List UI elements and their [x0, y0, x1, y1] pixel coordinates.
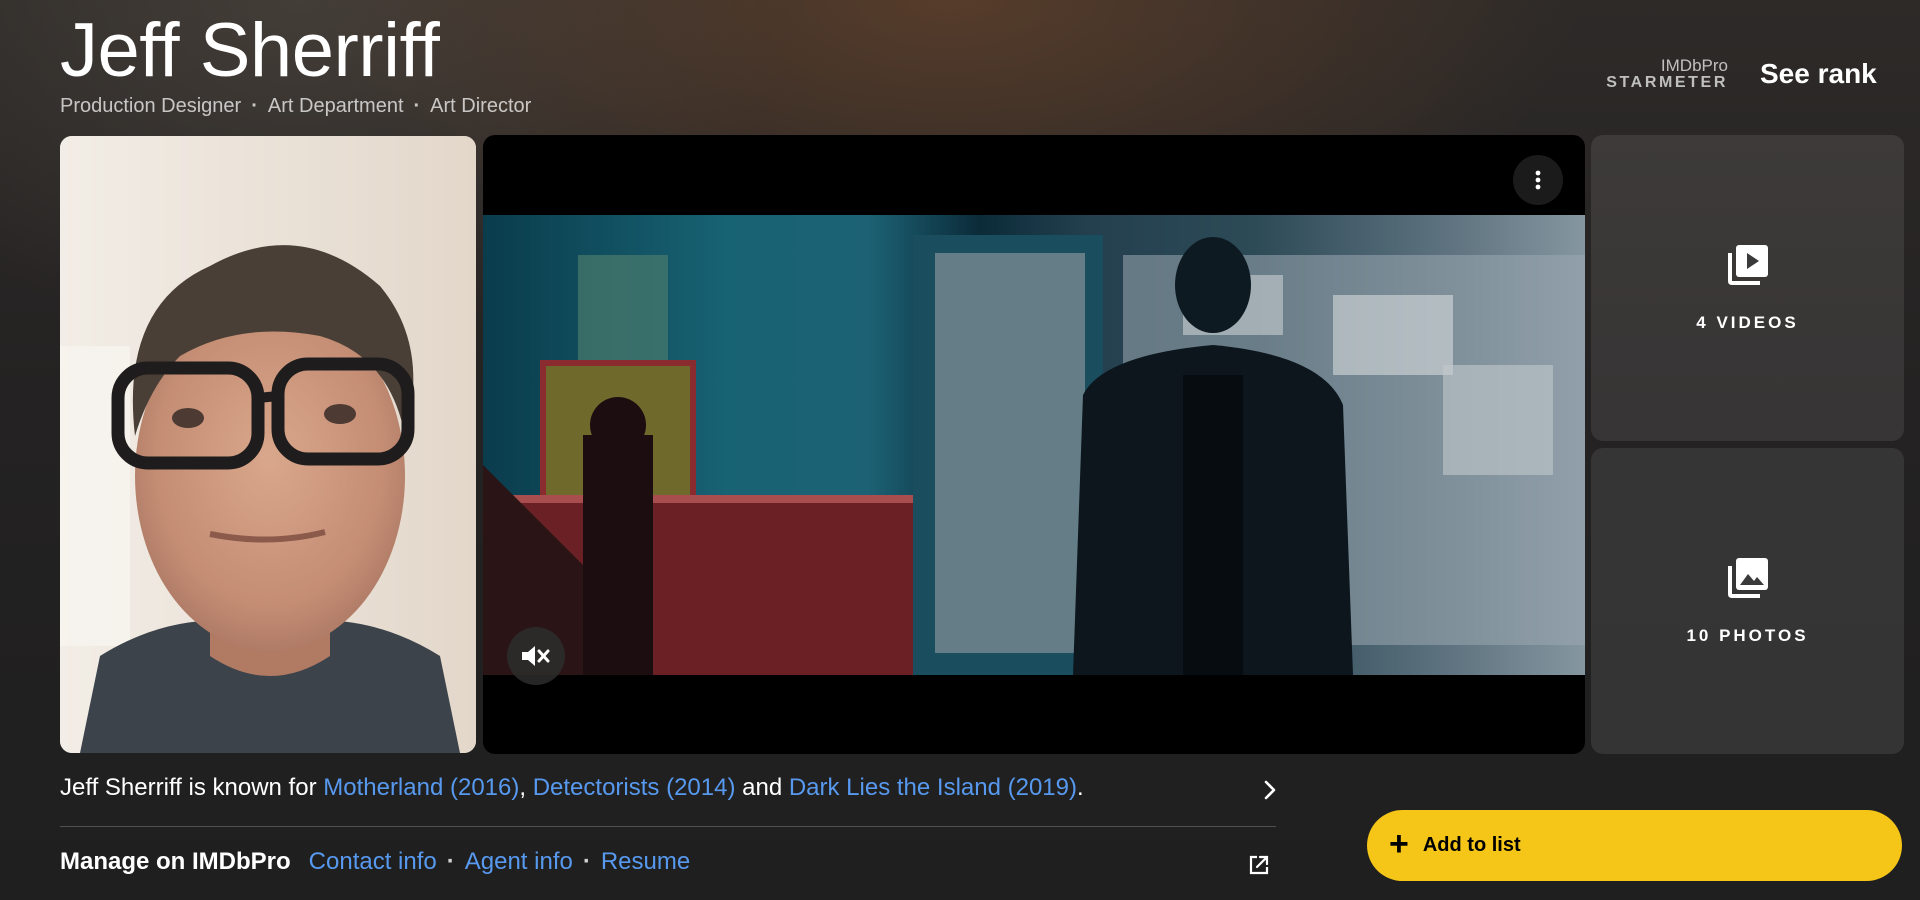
known-for-link-detectorists[interactable]: Detectorists (2014): [533, 774, 736, 801]
manage-on-imdbpro: Manage on IMDbPro Contact info · Agent i…: [60, 848, 690, 876]
role-art-department: Art Department: [267, 95, 404, 117]
known-for-link-motherland[interactable]: Motherland (2016): [323, 774, 519, 801]
see-rank-link[interactable]: See rank: [1760, 58, 1877, 90]
known-for-link-dark-lies-the-island[interactable]: Dark Lies the Island (2019): [789, 774, 1077, 801]
videos-count-label: 4 VIDEOS: [1696, 313, 1799, 332]
manage-separator: ·: [446, 848, 455, 875]
roles-list: Production Designer · Art Department · A…: [60, 95, 531, 118]
role-separator: ·: [251, 95, 258, 117]
agent-info-link[interactable]: Agent info: [465, 848, 573, 876]
video-library-icon: [1727, 245, 1768, 285]
video-player[interactable]: [483, 135, 1585, 754]
add-to-list-label: Add to list: [1422, 834, 1521, 856]
profile-photo-image: [60, 136, 476, 753]
manage-label: Manage on IMDbPro: [60, 848, 291, 875]
resume-link[interactable]: Resume: [601, 848, 690, 876]
known-for-text: Jeff Sherriff is known for Motherland (2…: [60, 774, 1084, 802]
known-for-suffix: .: [1077, 774, 1084, 801]
external-link-icon[interactable]: [1247, 853, 1271, 877]
volume-muted-icon: [522, 646, 550, 666]
known-for-separator: ,: [519, 774, 533, 801]
video-frame: [483, 215, 1585, 675]
profile-photo[interactable]: [60, 136, 476, 753]
role-art-director: Art Director: [430, 95, 532, 117]
known-for-separator: and: [735, 774, 789, 801]
add-to-list-button[interactable]: + Add to list: [1367, 810, 1902, 881]
role-separator: ·: [413, 95, 421, 117]
page-title: Jeff Sherriff: [60, 8, 440, 93]
contact-info-link[interactable]: Contact info: [309, 848, 437, 876]
more-vertical-icon: [1535, 170, 1541, 190]
known-for-prefix: Jeff Sherriff is known for: [60, 774, 324, 801]
chevron-right-icon[interactable]: [1257, 777, 1283, 803]
starmeter: IMDbPro STARMETER: [1606, 57, 1728, 91]
videos-tile[interactable]: 4 VIDEOS: [1591, 135, 1904, 441]
unmute-button[interactable]: [507, 627, 565, 685]
video-frame-image: [483, 235, 1585, 675]
starmeter-pro-label: IMDbPro: [1660, 56, 1728, 75]
video-more-options-button[interactable]: [1513, 155, 1563, 205]
photos-count-label: 10 PHOTOS: [1686, 626, 1809, 645]
role-production-designer: Production Designer: [60, 95, 242, 117]
divider: [60, 826, 1276, 827]
photos-tile[interactable]: 10 PHOTOS: [1591, 448, 1904, 754]
photo-library-icon: [1727, 558, 1768, 598]
plus-icon: +: [1389, 825, 1409, 863]
starmeter-label: STARMETER: [1606, 74, 1728, 91]
manage-separator: ·: [582, 848, 591, 875]
